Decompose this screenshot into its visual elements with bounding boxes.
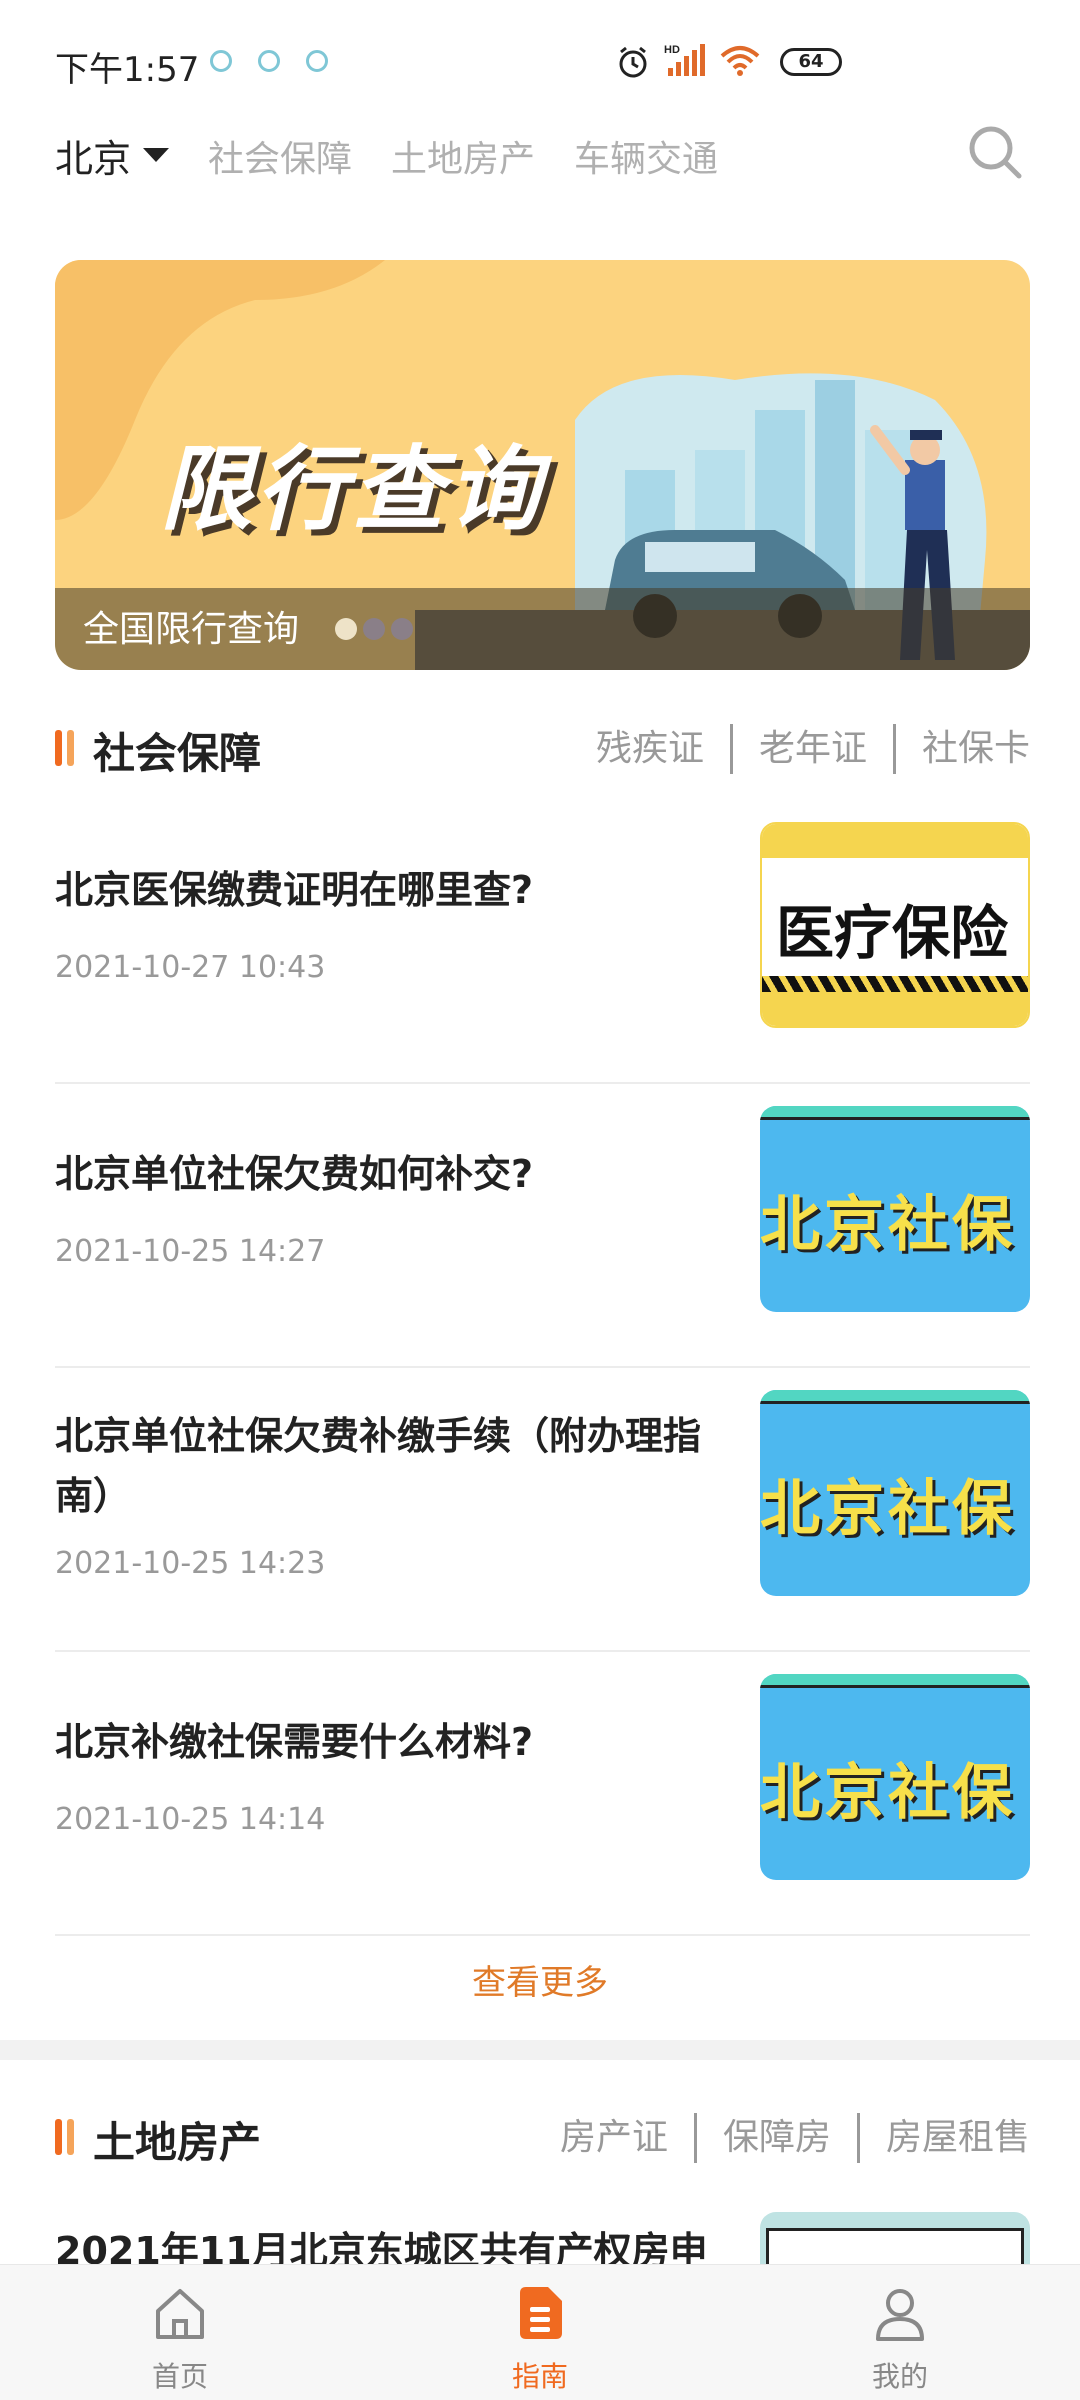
section-title: 土地房产 (93, 2118, 262, 2167)
article-title: 北京补缴社保需要什么材料? (55, 1720, 534, 1764)
section-accent-bar (67, 2119, 74, 2155)
article-item[interactable]: 北京单位社保欠费如何补交? 2021-10-25 14:27 北京社保 (55, 1084, 1030, 1368)
banner-caption: 全国限行查询 (83, 609, 300, 650)
caret-down-icon[interactable] (143, 148, 169, 162)
link-property-certificate[interactable]: 房产证 (534, 2113, 694, 2163)
section-accent-bar (55, 2119, 62, 2155)
article-item[interactable]: 北京补缴社保需要什么材料? 2021-10-25 14:14 北京社保 (55, 1652, 1030, 1936)
nav-tab-traffic[interactable]: 车辆交通 (574, 130, 718, 182)
thumb-decor (760, 1106, 1030, 1120)
tab-guide[interactable]: 指南 (440, 2265, 640, 2400)
link-social-security-card[interactable]: 社保卡 (892, 724, 1030, 774)
section-divider (0, 2040, 1080, 2060)
article-title: 北京医保缴费证明在哪里查? (55, 868, 534, 912)
banner-title: 限行查询 (160, 436, 545, 543)
section-links: 房产证 保障房 房屋租售 (534, 2113, 1030, 2163)
article-time: 2021-10-25 14:14 (55, 1802, 326, 1837)
nav-tab-social[interactable]: 社会保障 (208, 130, 352, 182)
article-thumbnail (760, 2212, 1030, 2278)
notification-icon (210, 50, 232, 72)
carousel-dot[interactable] (335, 618, 357, 640)
section-title: 社会保障 (93, 729, 262, 778)
carousel-dot[interactable] (391, 618, 413, 640)
section-accent-bar (55, 730, 62, 766)
thumb-decor (762, 824, 1028, 858)
thumb-decor (762, 976, 1028, 992)
guide-icon (520, 2287, 562, 2339)
section-links: 残疾证 老年证 社保卡 (570, 724, 1030, 774)
status-time: 下午1:57 (55, 50, 200, 90)
alarm-icon (619, 46, 647, 78)
article-thumbnail: 北京社保 (760, 1674, 1030, 1880)
top-nav: 北京 社会保障 土地房产 车辆交通 (55, 126, 1025, 188)
section-header-social: 社会保障 残疾证 老年证 社保卡 (55, 716, 1030, 778)
thumb-decor (760, 1674, 1030, 1688)
tab-home[interactable]: 首页 (80, 2265, 280, 2400)
nav-tab-land[interactable]: 土地房产 (391, 130, 535, 182)
article-item[interactable]: 北京单位社保欠费补缴手续（附办理指南） 2021-10-25 14:23 北京社… (55, 1368, 1030, 1652)
user-icon (876, 2289, 924, 2341)
search-icon[interactable] (965, 122, 1025, 182)
status-bar: 下午1:57 HD 64 (0, 0, 1080, 120)
signal-icon: HD (664, 44, 705, 76)
tab-label: 首页 (151, 2360, 208, 2393)
article-thumbnail: 北京社保 (760, 1390, 1030, 1596)
thumb-text: 北京社保 (760, 1190, 1016, 1260)
article-item[interactable]: 北京医保缴费证明在哪里查? 2021-10-27 10:43 医疗保险 (55, 800, 1030, 1084)
banner-carousel[interactable]: 限行查询 全国限行查询 (55, 260, 1030, 670)
thumb-text: 北京社保 (760, 1474, 1016, 1544)
article-time: 2021-10-25 14:23 (55, 1546, 326, 1581)
link-disability-card[interactable]: 残疾证 (570, 724, 730, 774)
city-selector[interactable]: 北京 (55, 128, 131, 183)
article-time: 2021-10-25 14:27 (55, 1234, 326, 1269)
link-house-rental[interactable]: 房屋租售 (856, 2113, 1030, 2163)
article-time: 2021-10-27 10:43 (55, 950, 326, 985)
signal-hd-label: HD (664, 44, 680, 56)
home-icon (156, 2289, 204, 2339)
tab-label: 指南 (511, 2360, 568, 2393)
thumb-decor (762, 992, 1028, 1026)
view-more-button[interactable]: 查看更多 (0, 1955, 1080, 2004)
thumb-decor (760, 1390, 1030, 1404)
thumb-text: 北京社保 (760, 1758, 1016, 1828)
carousel-dot[interactable] (363, 618, 385, 640)
tab-label: 我的 (871, 2360, 928, 2393)
banner-caption-bar: 全国限行查询 (55, 588, 1030, 670)
article-thumbnail: 医疗保险 (760, 822, 1030, 1028)
notification-icon (258, 50, 280, 72)
wifi-icon (720, 46, 760, 76)
article-title: 北京单位社保欠费如何补交? (55, 1152, 534, 1196)
link-affordable-housing[interactable]: 保障房 (693, 2113, 857, 2163)
tab-profile[interactable]: 我的 (800, 2265, 1000, 2400)
notification-icon (306, 50, 328, 72)
article-title: 北京单位社保欠费补缴手续（附办理指南） (55, 1414, 702, 1518)
article-thumbnail: 北京社保 (760, 1106, 1030, 1312)
section-header-land: 土地房产 房产证 保障房 房屋租售 (55, 2105, 1030, 2167)
battery-indicator: 64 (780, 48, 842, 76)
link-senior-card[interactable]: 老年证 (729, 724, 893, 774)
thumb-text: 医疗保险 (776, 899, 1009, 967)
section-accent-bar (67, 730, 74, 766)
bottom-tab-bar: 首页 指南 我的 (0, 2264, 1080, 2400)
